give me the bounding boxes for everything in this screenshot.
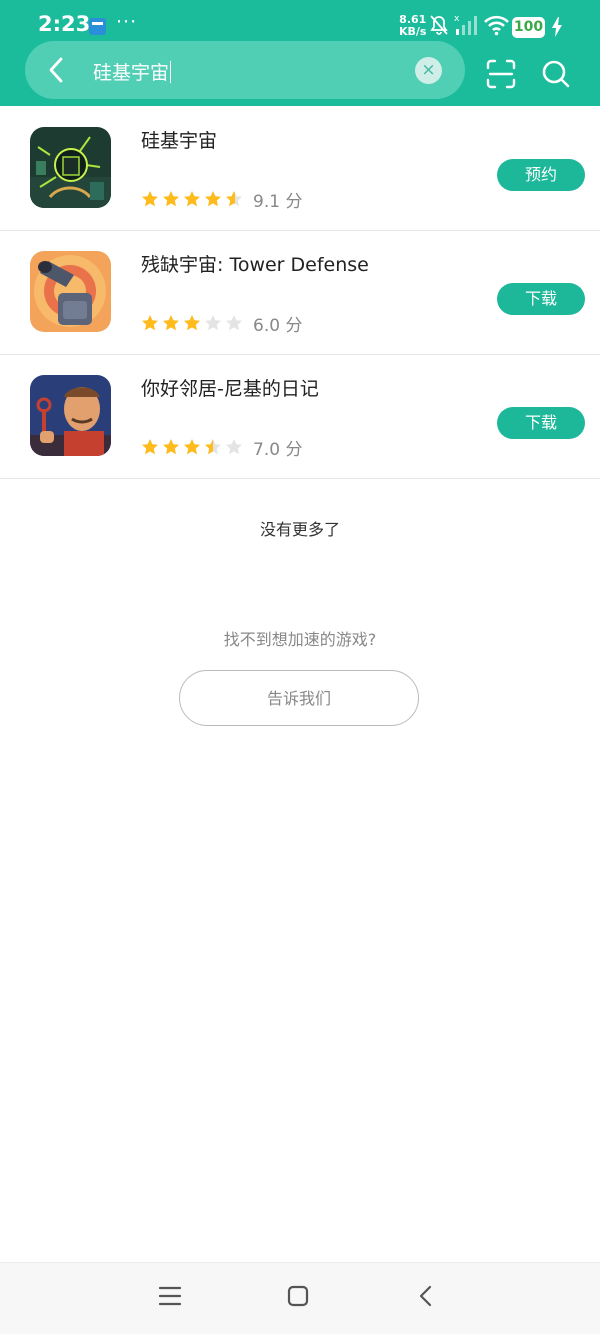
download-button[interactable]: 下载 (497, 407, 585, 439)
network-speed: 8.61 KB/s (399, 14, 426, 38)
app-name[interactable]: 硅基宇宙 (141, 126, 217, 153)
battery-level: 100 (513, 19, 544, 35)
search-icon[interactable] (541, 59, 571, 89)
cant-find-text: 找不到想加速的游戏? (223, 630, 377, 649)
star-icon (226, 315, 242, 331)
download-button[interactable]: 下载 (497, 283, 585, 315)
hello-neighbor-icon (30, 375, 111, 456)
rating-score: 6.0 分 (253, 316, 303, 336)
star-icon (184, 315, 200, 331)
tower-defense-cannon-icon (30, 251, 111, 332)
rating-score: 9.1 分 (253, 192, 303, 212)
search-query: 硅基宇宙 (93, 62, 170, 84)
no-more-text: 没有更多了 (259, 520, 340, 539)
menu-icon[interactable] (158, 1285, 182, 1307)
star-icon (205, 191, 221, 207)
reserve-button[interactable]: 预约 (497, 159, 585, 191)
text-cursor (170, 61, 172, 83)
network-speed-unit: KB/s (399, 25, 427, 38)
star-icon (163, 315, 179, 331)
status-time: 2:23 (38, 12, 91, 36)
star-icon (142, 191, 158, 207)
svg-text:x: x (454, 14, 460, 24)
battery-indicator: 100 (512, 17, 545, 38)
bell-muted-icon (430, 15, 448, 35)
result-row[interactable]: 硅基宇宙 9.1 分 预约 (0, 106, 600, 231)
header-bar: 2:23 ··· 8.61 KB/s x 100 硅基宇宙 × (0, 0, 600, 106)
signal-icon: x (454, 14, 477, 35)
star-icon (163, 439, 179, 455)
back-nav-icon[interactable] (416, 1285, 436, 1307)
scan-icon[interactable] (486, 59, 516, 89)
status-bar: 2:23 ··· 8.61 KB/s x 100 (0, 0, 600, 44)
charging-icon (552, 17, 562, 37)
search-box[interactable] (25, 41, 465, 99)
result-row[interactable]: 残缺宇宙: Tower Defense 6.0 分 下载 (0, 230, 600, 355)
silicon-universe-game-icon (30, 127, 111, 208)
search-input[interactable]: 硅基宇宙 (93, 58, 172, 85)
sim-card-icon (89, 18, 106, 35)
back-arrow-icon[interactable] (45, 56, 69, 84)
tell-us-button[interactable]: 告诉我们 (179, 670, 419, 726)
system-nav-bar (0, 1262, 600, 1334)
star-icon (226, 439, 242, 455)
more-notifications-icon: ··· (116, 11, 138, 33)
clear-search-button[interactable]: × (415, 57, 442, 84)
result-row[interactable]: 你好邻居-尼基的日记 7.0 分 下载 (0, 354, 600, 479)
rating-score: 7.0 分 (253, 440, 303, 460)
app-name[interactable]: 你好邻居-尼基的日记 (141, 374, 319, 401)
star-icon (142, 439, 158, 455)
star-icon (226, 191, 242, 207)
star-icon (205, 439, 221, 455)
star-icon (184, 191, 200, 207)
star-icon (184, 439, 200, 455)
star-icon (142, 315, 158, 331)
wifi-icon (484, 15, 509, 36)
home-icon[interactable] (287, 1285, 309, 1307)
app-name[interactable]: 残缺宇宙: Tower Defense (141, 250, 369, 277)
star-icon (205, 315, 221, 331)
star-icon (163, 191, 179, 207)
